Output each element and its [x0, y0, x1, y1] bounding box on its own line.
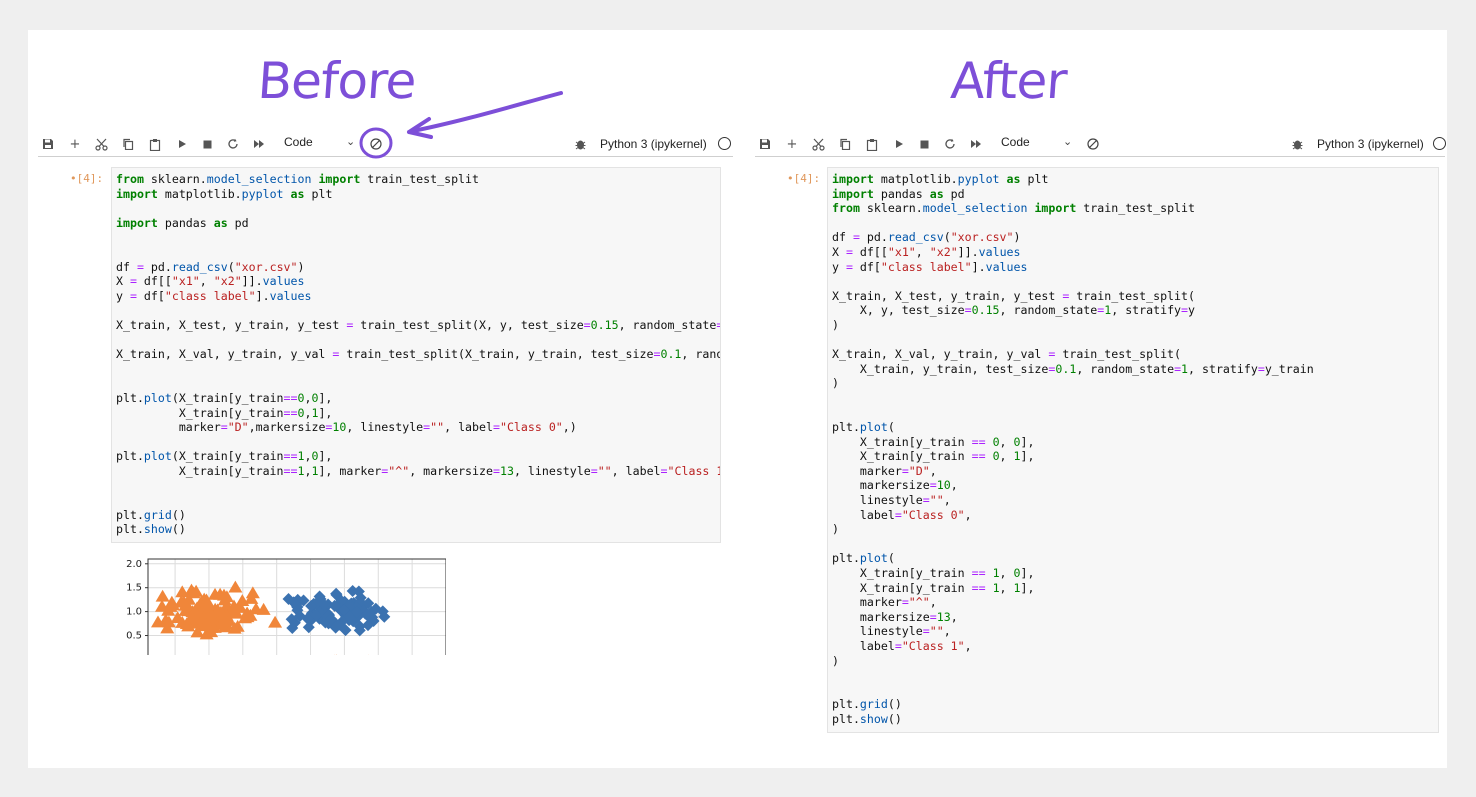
copy-icon[interactable] [835, 134, 855, 154]
y-tick-label: 1.0 [126, 607, 142, 618]
format-code-icon[interactable] [1083, 134, 1103, 154]
add-cell-icon[interactable]: + [782, 134, 802, 154]
cell-type-select[interactable]: Code ⌄ [1001, 135, 1073, 149]
code-cell-after[interactable]: import matplotlib.pyplot as plt import p… [827, 167, 1439, 733]
cell-type-select[interactable]: Code ⌄ [284, 135, 356, 149]
class1-point [155, 589, 170, 602]
cell-prompt: •[4]: [787, 172, 821, 185]
run-all-icon[interactable] [966, 134, 986, 154]
y-tick-label: 1.5 [126, 583, 142, 594]
kernel-status-icon [718, 137, 731, 150]
cut-icon[interactable] [808, 134, 828, 154]
stop-icon[interactable] [197, 134, 217, 154]
paste-icon[interactable] [145, 134, 165, 154]
notebook-toolbar: + Code ⌄ Python 3 (ipykernel) [38, 127, 733, 159]
add-cell-icon[interactable]: + [65, 134, 85, 154]
after-heading: After [948, 52, 1069, 110]
kernel-name[interactable]: Python 3 (ipykernel) [1317, 137, 1424, 151]
format-code-icon[interactable] [366, 134, 386, 154]
bug-icon[interactable] [1287, 134, 1307, 154]
kernel-status-icon [1433, 137, 1446, 150]
y-tick-label: 0.0 [126, 654, 142, 655]
class1-point [268, 615, 283, 628]
before-panel: Before + Code ⌄ Python 3 (ipykernel) •[4… [38, 30, 733, 768]
cell-type-label: Code [1001, 135, 1030, 149]
run-all-icon[interactable] [249, 134, 269, 154]
before-heading: Before [255, 52, 418, 110]
kernel-name[interactable]: Python 3 (ipykernel) [600, 137, 707, 151]
save-icon[interactable] [38, 134, 58, 154]
code-text: from sklearn.model_selection import trai… [116, 172, 720, 537]
run-icon[interactable] [172, 134, 192, 154]
notebook-toolbar: + Code ⌄ Python 3 (ipykernel) [755, 132, 1446, 157]
code-text: import matplotlib.pyplot as plt import p… [832, 172, 1314, 726]
screenshot-card: Before + Code ⌄ Python 3 (ipykernel) •[4… [28, 30, 1447, 768]
chevron-down-icon: ⌄ [1063, 136, 1073, 148]
run-icon[interactable] [889, 134, 909, 154]
y-tick-label: 0.5 [126, 631, 142, 642]
cut-icon[interactable] [91, 134, 111, 154]
cell-type-label: Code [284, 135, 313, 149]
cell-prompt: •[4]: [70, 172, 104, 185]
y-tick-label: 2.0 [126, 559, 142, 570]
code-cell-before[interactable]: from sklearn.model_selection import trai… [111, 167, 721, 543]
stop-icon[interactable] [914, 134, 934, 154]
chevron-down-icon: ⌄ [346, 136, 356, 148]
plot-output: 2.0 1.5 1.0 0.5 0.0 [116, 549, 446, 655]
scatter-plot: 2.0 1.5 1.0 0.5 0.0 [126, 558, 446, 655]
save-icon[interactable] [755, 134, 775, 154]
copy-icon[interactable] [118, 134, 138, 154]
restart-icon[interactable] [223, 134, 243, 154]
class1-point [228, 580, 243, 593]
after-panel: After + Code ⌄ Python 3 (ipykernel) •[4]… [755, 30, 1447, 768]
bug-icon[interactable] [570, 134, 590, 154]
paste-icon[interactable] [862, 134, 882, 154]
restart-icon[interactable] [940, 134, 960, 154]
